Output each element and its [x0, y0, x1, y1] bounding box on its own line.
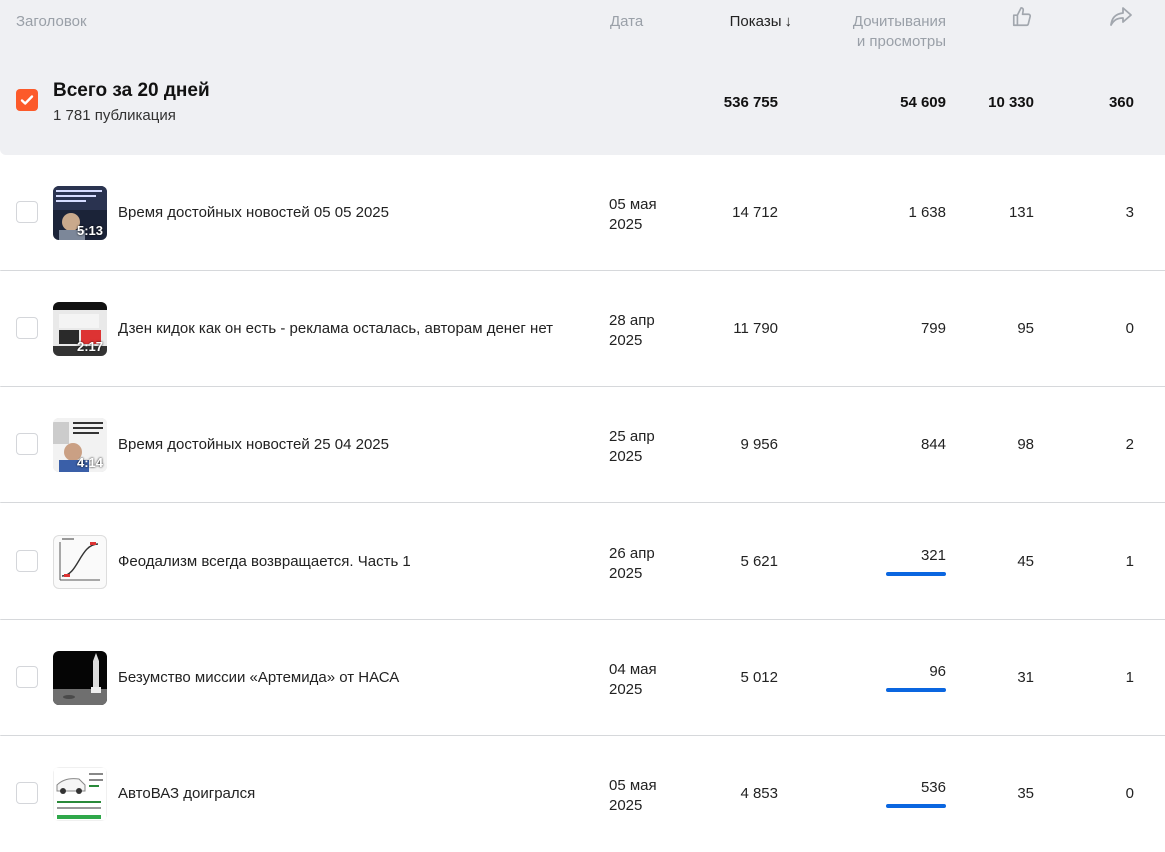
column-reads-label-line1: Дочитывания: [852, 13, 946, 30]
column-views-label: Показы: [729, 13, 782, 30]
views-count: 9 956: [740, 436, 778, 453]
reads-count: 844: [920, 436, 946, 453]
views-count: 4 853: [740, 785, 778, 802]
total-likes: 10 330: [988, 94, 1034, 111]
video-duration: 2:17: [76, 339, 103, 354]
table-row[interactable]: 5:13 Время достойных новостей 05 05 2025…: [0, 155, 1165, 271]
likes-count: 31: [1017, 669, 1034, 686]
table-row[interactable]: Безумство миссии «Артемида» от НАСА 04 м…: [0, 620, 1165, 736]
publication-title[interactable]: АвтоВАЗ доигрался: [118, 785, 255, 802]
reads-count: 536: [920, 779, 946, 796]
date-day: 05 мая: [609, 777, 657, 794]
column-reads-label-line2: и просмотры: [856, 33, 946, 50]
row-divider: [0, 502, 1165, 503]
reads-progress-bar: [886, 804, 946, 808]
shares-count: 0: [1125, 785, 1134, 802]
table-row[interactable]: 2:17 Дзен кидок как он есть - реклама ос…: [0, 271, 1165, 387]
publication-thumbnail[interactable]: [53, 767, 107, 821]
date-year: 2025: [609, 797, 643, 814]
total-reads: 54 609: [900, 94, 946, 111]
publication-thumbnail[interactable]: 5:13: [53, 186, 107, 240]
date-year: 2025: [609, 448, 643, 465]
shares-count: 1: [1125, 669, 1134, 686]
row-checkbox[interactable]: [16, 317, 38, 339]
table-header: Заголовок Дата Показы ↓ Дочитывания и про…: [0, 0, 1165, 155]
publication-title[interactable]: Феодализм всегда возвращается. Часть 1: [118, 553, 411, 570]
shares-count: 1: [1125, 553, 1134, 570]
views-count: 11 790: [733, 320, 778, 337]
date-year: 2025: [609, 681, 643, 698]
video-duration: 4:14: [76, 455, 103, 470]
publication-thumbnail[interactable]: [53, 535, 107, 589]
date-day: 25 апр: [609, 428, 655, 445]
column-date-header[interactable]: Дата: [610, 12, 643, 32]
publication-date: 28 апр 2025: [609, 311, 655, 351]
row-checkbox[interactable]: [16, 782, 38, 804]
publication-date: 05 мая 2025: [609, 195, 657, 235]
column-views-header[interactable]: Показы ↓: [660, 12, 792, 32]
publication-date: 26 апр 2025: [609, 544, 655, 584]
select-all-checkbox[interactable]: [16, 89, 38, 111]
total-title: Всего за 20 дней: [53, 80, 210, 101]
column-date-label: Дата: [610, 13, 644, 30]
likes-count: 98: [1017, 436, 1034, 453]
publication-title[interactable]: Время достойных новостей 05 05 2025: [118, 204, 389, 221]
column-title-header[interactable]: Заголовок: [16, 12, 87, 32]
shares-count: 3: [1125, 204, 1134, 221]
publication-thumbnail[interactable]: [53, 651, 107, 705]
publication-thumbnail[interactable]: 4:14: [53, 418, 107, 472]
date-day: 28 апр: [609, 312, 655, 329]
publication-date: 04 мая 2025: [609, 660, 657, 700]
shares-count: 2: [1125, 436, 1134, 453]
column-reads-header[interactable]: Дочитывания и просмотры: [780, 12, 946, 52]
total-views: 536 755: [723, 94, 778, 111]
likes-count: 45: [1017, 553, 1034, 570]
likes-count: 95: [1017, 320, 1034, 337]
date-day: 04 мая: [609, 661, 657, 678]
reads-count: 321: [920, 547, 946, 564]
row-checkbox[interactable]: [16, 550, 38, 572]
row-checkbox[interactable]: [16, 201, 38, 223]
date-day: 05 мая: [609, 196, 657, 213]
publication-title[interactable]: Время достойных новостей 25 04 2025: [118, 436, 389, 453]
publication-title[interactable]: Безумство миссии «Артемида» от НАСА: [118, 669, 399, 686]
row-checkbox[interactable]: [16, 666, 38, 688]
reads-progress-bar: [886, 572, 946, 576]
date-year: 2025: [609, 565, 643, 582]
views-count: 5 012: [740, 669, 778, 686]
likes-count: 131: [1008, 204, 1034, 221]
date-day: 26 апр: [609, 545, 655, 562]
publication-date: 25 апр 2025: [609, 427, 655, 467]
views-count: 5 621: [740, 553, 778, 570]
publication-date: 05 мая 2025: [609, 776, 657, 816]
total-shares: 360: [1108, 94, 1134, 111]
shares-count: 0: [1125, 320, 1134, 337]
date-year: 2025: [609, 216, 643, 233]
reads-progress-bar: [886, 688, 946, 692]
share-icon[interactable]: [1109, 6, 1135, 30]
views-count: 14 712: [732, 204, 778, 221]
row-checkbox[interactable]: [16, 433, 38, 455]
reads-count: 1 638: [908, 204, 946, 221]
reads-count: 799: [920, 320, 946, 337]
table-row[interactable]: Феодализм всегда возвращается. Часть 1 2…: [0, 504, 1165, 620]
likes-count: 35: [1017, 785, 1034, 802]
video-duration: 5:13: [76, 223, 103, 238]
publication-thumbnail[interactable]: 2:17: [53, 302, 107, 356]
reads-count: 96: [929, 663, 946, 680]
date-year: 2025: [609, 332, 643, 349]
table-row[interactable]: 4:14 Время достойных новостей 25 04 2025…: [0, 387, 1165, 503]
table-row[interactable]: АвтоВАЗ доигрался 05 мая 2025 4 853 536 …: [0, 736, 1165, 852]
total-subtitle: 1 781 публикация: [53, 107, 176, 124]
publication-title[interactable]: Дзен кидок как он есть - реклама осталас…: [118, 320, 553, 337]
thumbs-up-icon[interactable]: [1011, 6, 1035, 30]
